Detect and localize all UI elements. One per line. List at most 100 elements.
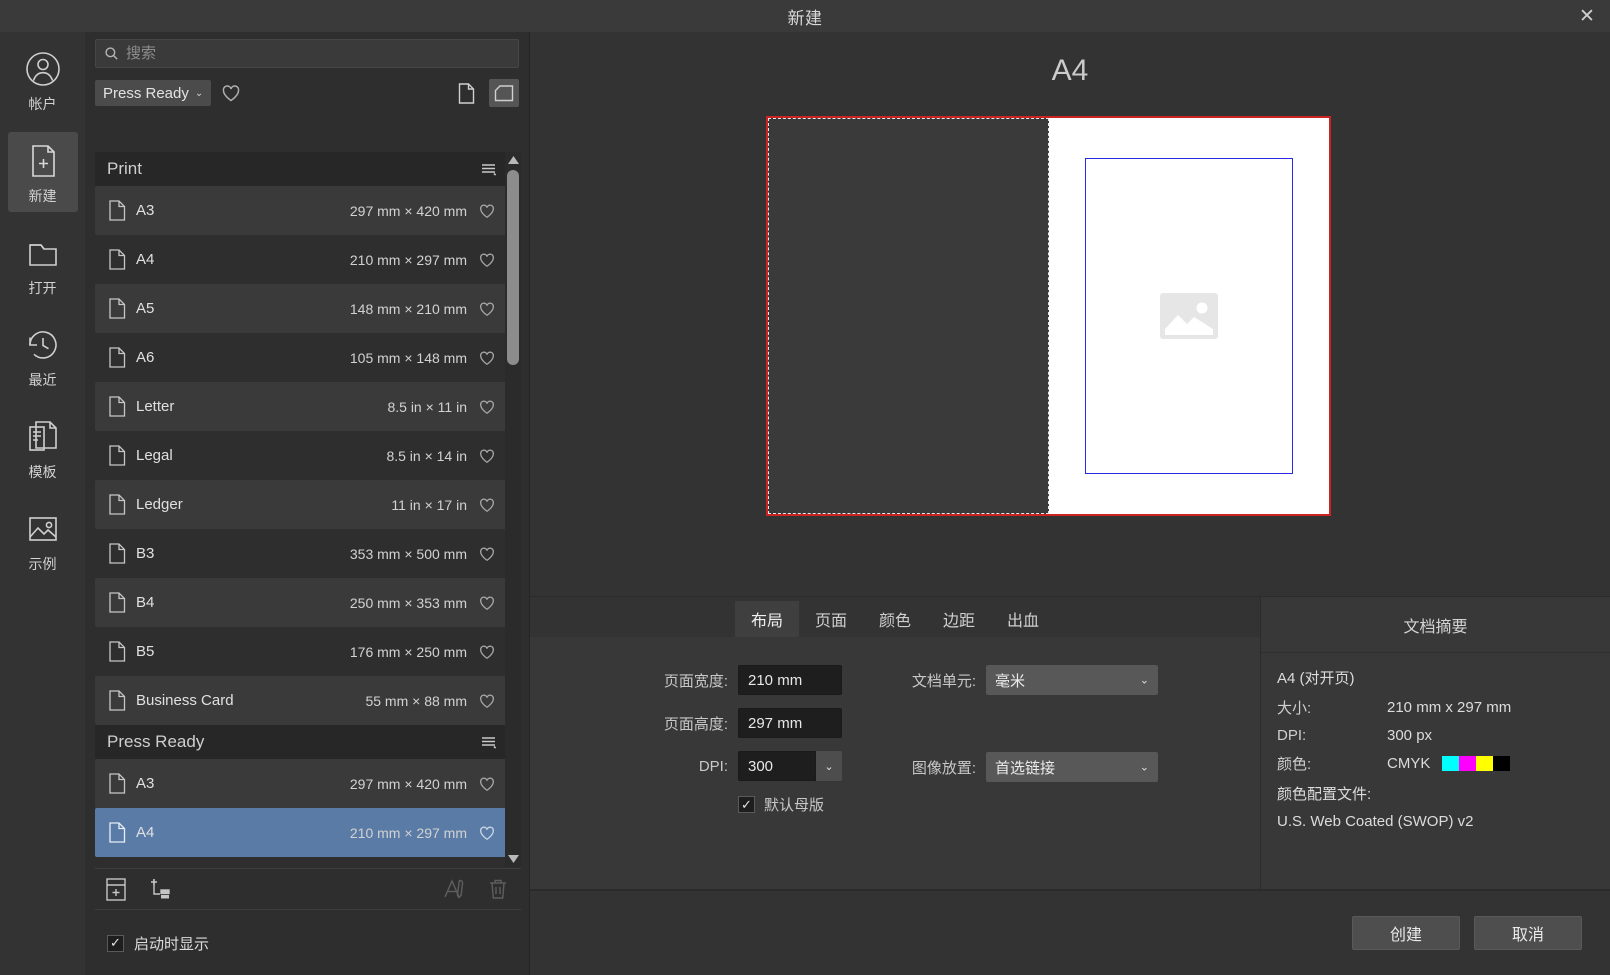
thumbnail-view-icon[interactable] [489,79,519,107]
list-item[interactable]: A5 148 mm × 210 mm [95,284,507,333]
heart-icon[interactable] [477,642,497,662]
add-preset-icon[interactable] [103,876,129,902]
group-menu-icon[interactable] [481,162,497,176]
image-placeholder-icon [1159,293,1218,339]
document-summary-panel: 文档摘要 A4 (对开页) 大小: 210 mm x 297 mm DPI: 3… [1260,596,1610,890]
list-item[interactable]: B5 176 mm × 250 mm [95,627,507,676]
tab-bleed[interactable]: 出血 [991,601,1055,637]
scroll-up-icon[interactable] [505,152,521,168]
list-item[interactable]: A6 105 mm × 148 mm [95,333,507,382]
search-row [85,32,529,74]
heart-icon[interactable] [219,81,243,105]
list-item-selected[interactable]: A4 210 mm × 297 mm [95,808,507,857]
preset-dimensions: 353 mm × 500 mm [349,545,467,562]
preset-dimensions: 297 mm × 420 mm [349,775,467,792]
list-item[interactable]: B3 353 mm × 500 mm [95,529,507,578]
summary-size-row: 大小: 210 mm x 297 mm [1277,697,1610,718]
scrollbar-thumb[interactable] [507,170,519,365]
rename-icon[interactable] [441,876,467,902]
tab-pages[interactable]: 页面 [799,601,863,637]
category-dropdown[interactable]: Press Ready ⌄ [95,80,212,106]
document-view-icon[interactable] [451,79,481,107]
dpi-dropdown-icon[interactable]: ⌄ [816,751,842,781]
sidebar-item-account[interactable]: 帐户 [8,40,78,120]
summary-profile-label-row: 颜色配置文件: [1277,783,1610,804]
sidebar-item-open[interactable]: 打开 [8,224,78,304]
tab-layout[interactable]: 布局 [734,601,799,637]
preset-name: B4 [136,594,155,611]
scroll-down-icon[interactable] [505,851,521,867]
summary-dpi-label: DPI: [1277,727,1307,744]
trash-icon[interactable] [485,876,511,902]
tab-color[interactable]: 颜色 [863,601,927,637]
sidebar-item-templates[interactable]: 模板 [8,408,78,488]
create-button[interactable]: 创建 [1352,916,1460,950]
preset-name: A4 [136,824,155,841]
heart-icon[interactable] [477,691,497,711]
list-item[interactable]: B4 250 mm × 353 mm [95,578,507,627]
sidebar-item-new[interactable]: 新建 [7,132,78,212]
heart-icon[interactable] [477,544,497,564]
heart-icon[interactable] [477,495,497,515]
list-item[interactable]: Letter 8.5 in × 11 in [95,382,507,431]
page-width-input[interactable] [738,665,842,695]
options-panel: 布局 页面 颜色 边距 出血 页面宽度: 页面高度: DPI: ⌄ [530,596,1260,890]
list-item[interactable]: A3 297 mm × 420 mm [95,186,507,235]
show-on-startup-label: 启动时显示 [134,935,210,953]
add-category-icon[interactable] [147,876,173,902]
document-icon [109,494,126,515]
swatch-black [1493,756,1511,771]
search-input[interactable] [126,45,518,62]
preset-dimensions: 297 mm × 420 mm [349,202,467,219]
search-icon [105,47,118,60]
heart-icon[interactable] [477,348,497,368]
chevron-down-icon: ⌄ [1139,674,1149,687]
account-icon [25,52,60,86]
category-dropdown-value: Press Ready [103,84,189,102]
cmyk-swatches [1442,756,1511,771]
options-body: 页面宽度: 页面高度: DPI: ⌄ ✓ 默认母版 [530,637,1260,891]
show-on-startup-checkbox[interactable]: ✓ [107,934,124,952]
swatch-cyan [1442,756,1460,771]
document-icon [109,641,126,662]
heart-icon[interactable] [477,446,497,466]
preset-dimensions: 210 mm × 297 mm [349,251,467,268]
list-item[interactable]: Legal 8.5 in × 14 in [95,431,507,480]
page-height-input[interactable] [738,708,842,738]
heart-icon[interactable] [477,774,497,794]
search-box[interactable] [95,39,519,68]
heart-icon[interactable] [477,397,497,417]
tab-margins[interactable]: 边距 [927,601,991,637]
window-title: 新建 [787,8,823,28]
sidebar-item-recent[interactable]: 最近 [8,316,78,396]
list-item[interactable]: A4 210 mm × 297 mm [95,235,507,284]
list-item[interactable]: A3 297 mm × 420 mm [95,759,507,808]
chevron-down-icon: ⌄ [194,87,204,99]
group-title: Print [107,159,142,178]
cancel-button[interactable]: 取消 [1474,916,1582,950]
options-column-left: 页面宽度: 页面高度: DPI: ⌄ ✓ 默认母版 [640,665,842,828]
dpi-input[interactable] [738,751,816,781]
heart-icon[interactable] [477,201,497,221]
image-placement-dropdown[interactable]: 首选链接 ⌄ [986,752,1158,782]
document-preview-spread [766,116,1331,516]
heart-icon[interactable] [477,593,497,613]
sidebar-item-samples[interactable]: 示例 [8,500,78,580]
preset-dimensions: 210 mm × 297 mm [349,824,467,841]
doc-units-dropdown[interactable]: 毫米 ⌄ [986,665,1158,695]
preset-dimensions: 176 mm × 250 mm [349,643,467,660]
summary-color-value: CMYK [1387,755,1431,772]
heart-icon[interactable] [477,299,497,319]
preset-list[interactable]: Print A3 297 mm × 420 mm A4 210 mm × 297… [95,152,507,867]
preset-list-scrollbar[interactable] [505,152,521,867]
group-menu-icon[interactable] [481,735,497,749]
default-master-checkbox[interactable]: ✓ [738,796,755,813]
summary-name-row: A4 (对开页) [1277,667,1610,688]
preview-right-page [1049,118,1330,514]
close-icon[interactable]: ✕ [1564,0,1610,32]
list-item[interactable]: Ledger 11 in × 17 in [95,480,507,529]
list-item[interactable]: Business Card 55 mm × 88 mm [95,676,507,725]
doc-units-label: 文档单元: [911,672,976,690]
heart-icon[interactable] [477,250,497,270]
heart-icon[interactable] [477,823,497,843]
